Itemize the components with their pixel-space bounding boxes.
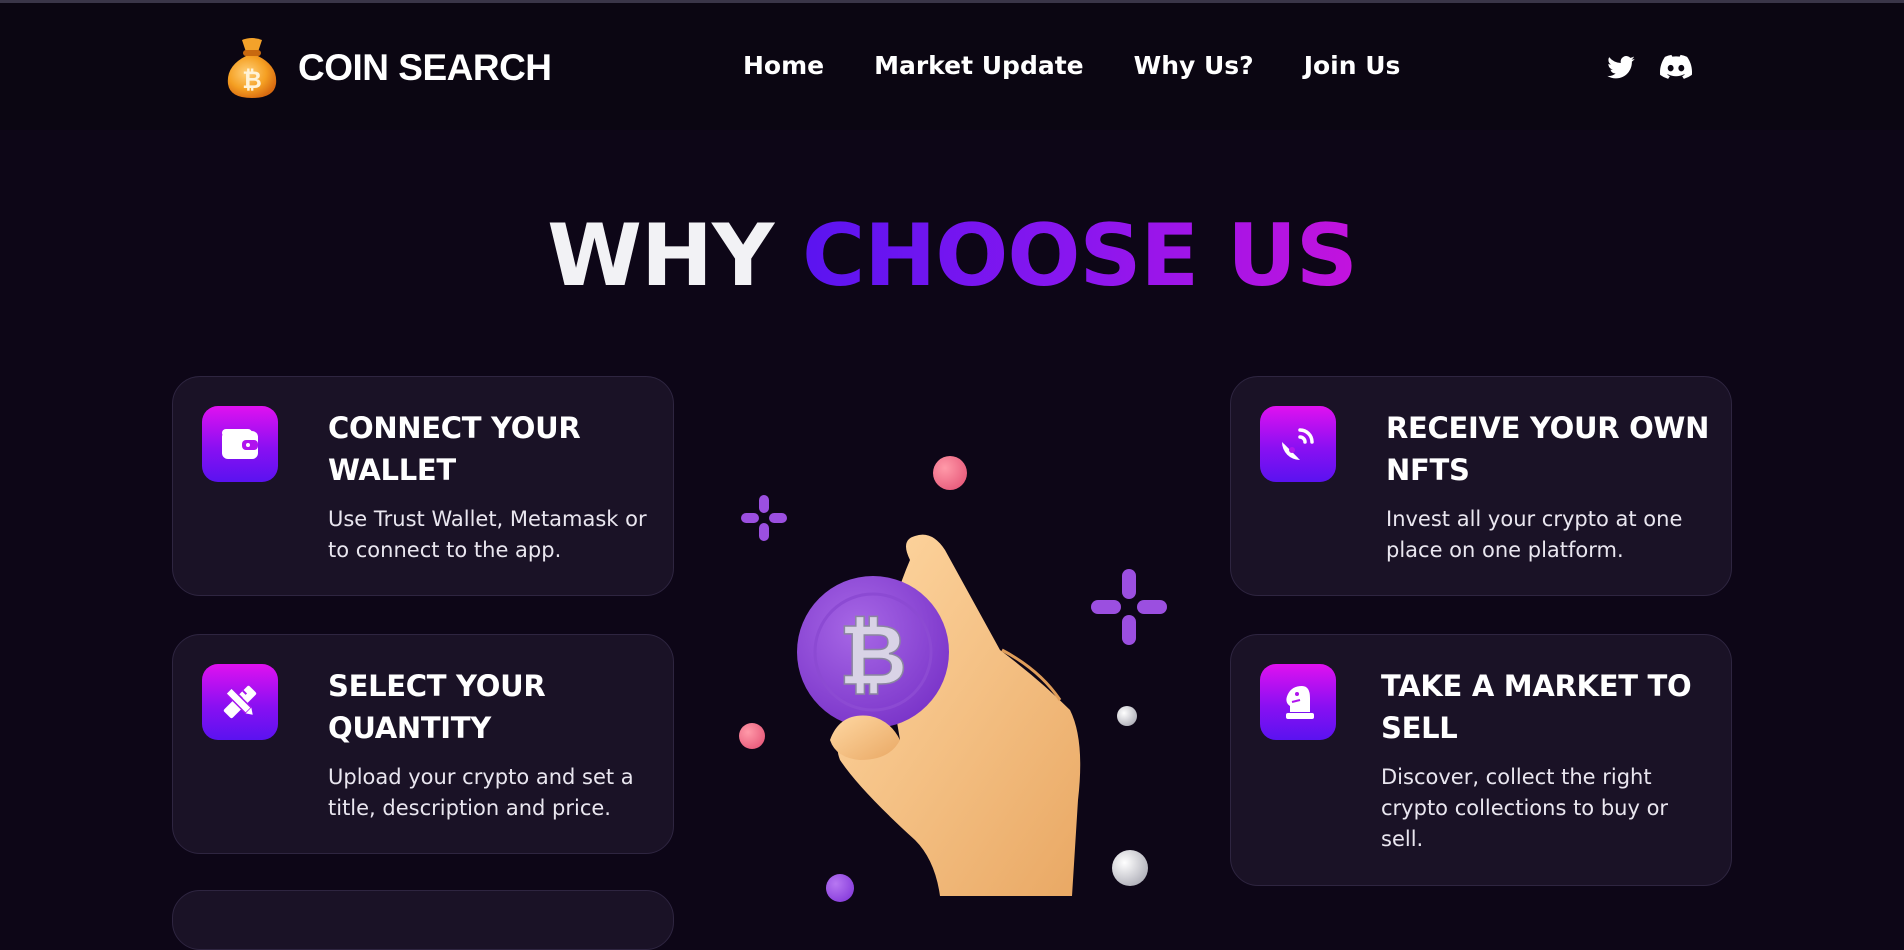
pencil-ruler-icon xyxy=(202,664,278,740)
feature-title: CONNECT YOUR WALLET xyxy=(328,411,581,487)
feature-text: Upload your crypto and set a title, desc… xyxy=(328,765,634,820)
feature-title: TAKE A MARKET TO SELL xyxy=(1381,669,1692,745)
feature-card-partial xyxy=(172,890,674,950)
brand[interactable]: ₿ COIN SEARCH xyxy=(222,33,552,103)
twitter-icon[interactable] xyxy=(1606,53,1638,85)
decor-dot xyxy=(739,723,765,749)
feature-card-connect-wallet: CONNECT YOUR WALLET Use Trust Wallet, Me… xyxy=(172,376,674,596)
nav-item-join-us[interactable]: Join Us xyxy=(1304,51,1401,80)
feature-text: Discover, collect the right crypto colle… xyxy=(1381,765,1669,851)
chess-knight-icon xyxy=(1260,664,1336,740)
feature-title: RECEIVE YOUR OWN NFTS xyxy=(1386,411,1710,487)
social-links xyxy=(1606,53,1693,85)
nav-item-home[interactable]: Home xyxy=(743,51,824,80)
feature-text: Use Trust Wallet, Metamask or to connect… xyxy=(328,507,647,562)
hand-holding-bitcoin-icon: ₿ xyxy=(740,440,1180,896)
decor-dot xyxy=(1112,850,1148,886)
svg-text:₿: ₿ xyxy=(242,66,262,94)
feature-text: Invest all your crypto at one place on o… xyxy=(1386,507,1683,562)
sparkle-icon xyxy=(1091,569,1167,645)
decor-dot xyxy=(933,456,967,490)
feature-card-market-to-sell: TAKE A MARKET TO SELL Discover, collect … xyxy=(1230,634,1732,886)
feature-card-select-quantity: SELECT YOUR QUANTITY Upload your crypto … xyxy=(172,634,674,854)
feature-title: SELECT YOUR QUANTITY xyxy=(328,669,546,745)
bitcoin-money-bag-icon: ₿ xyxy=(222,36,282,100)
main-nav: Home Market Update Why Us? Join Us xyxy=(743,51,1450,80)
satellite-dish-icon xyxy=(1260,406,1336,482)
decor-dot xyxy=(826,874,854,902)
svg-text:₿: ₿ xyxy=(839,606,907,704)
wallet-icon xyxy=(202,406,278,482)
section-title-part2: CHOOSE US xyxy=(802,205,1358,306)
feature-card-receive-nfts: RECEIVE YOUR OWN NFTS Invest all your cr… xyxy=(1230,376,1732,596)
nav-item-market-update[interactable]: Market Update xyxy=(874,51,1084,80)
nav-item-why-us[interactable]: Why Us? xyxy=(1134,51,1254,80)
discord-icon[interactable] xyxy=(1660,53,1693,85)
sparkle-icon xyxy=(741,495,787,541)
navbar: ₿ COIN SEARCH Home Market Update Why Us?… xyxy=(0,3,1904,130)
brand-name: COIN SEARCH xyxy=(298,47,552,88)
section-title: WHY CHOOSE US xyxy=(0,206,1904,306)
decor-dot xyxy=(1117,706,1137,726)
section-title-part1: WHY xyxy=(547,205,774,306)
